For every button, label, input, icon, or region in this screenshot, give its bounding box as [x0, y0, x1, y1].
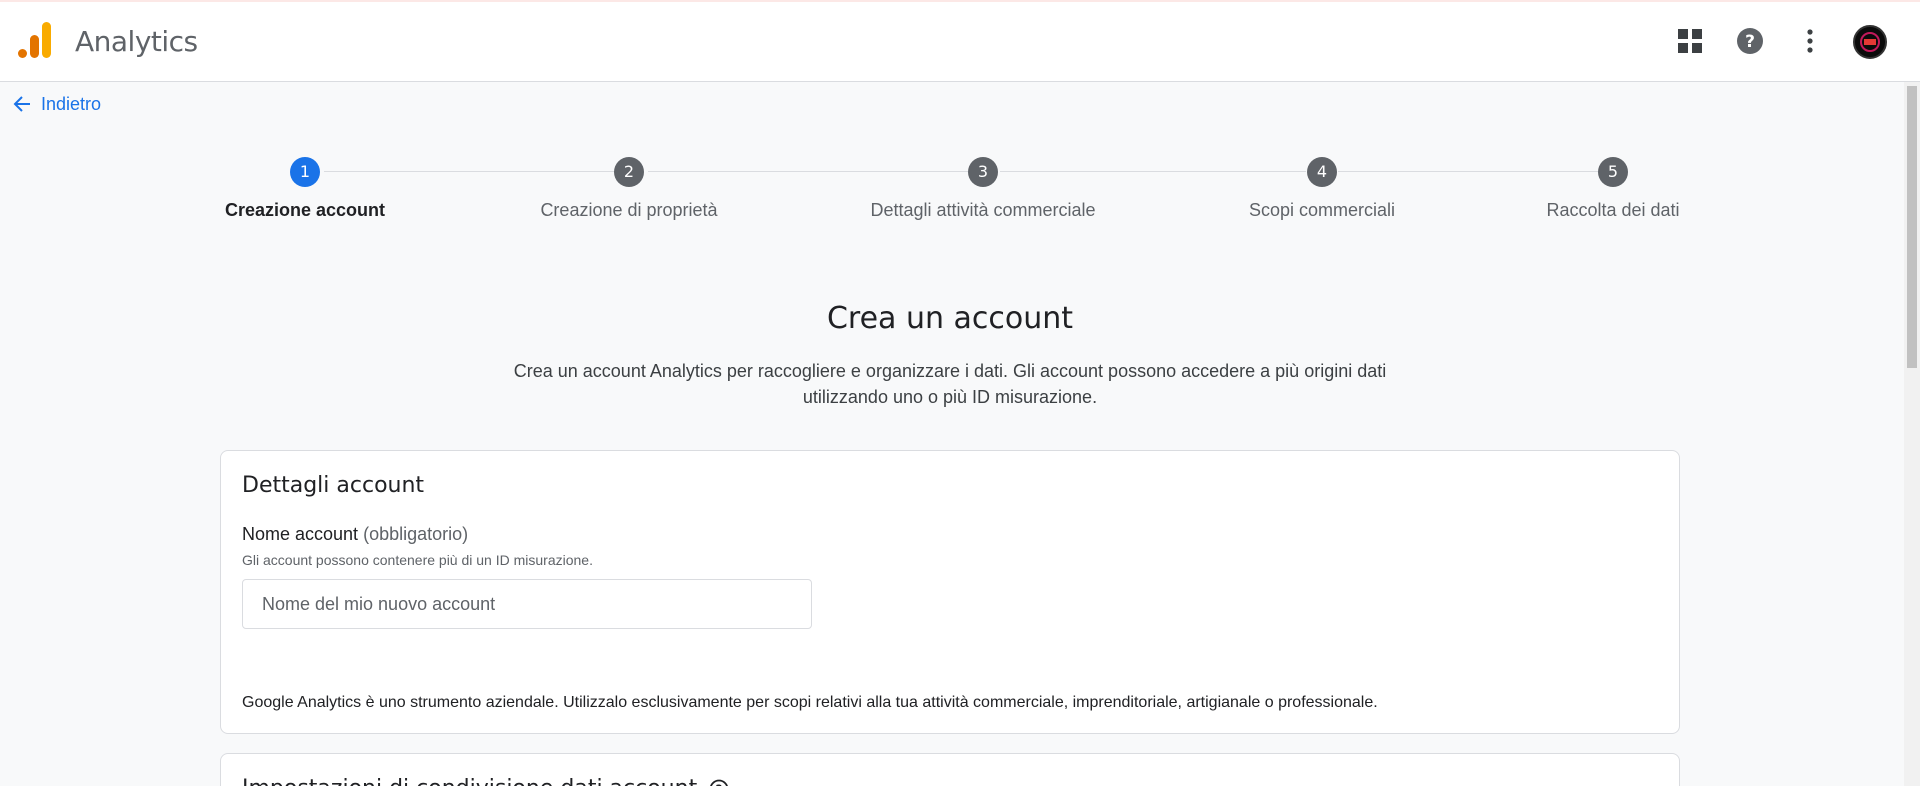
step-number: 3 [968, 157, 998, 187]
back-link[interactable]: Indietro [13, 92, 101, 116]
step-1: 1 Creazione account [155, 157, 455, 221]
step-number: 2 [614, 157, 644, 187]
svg-text:?: ? [716, 782, 723, 786]
account-details-card: Dettagli account Nome account (obbligato… [220, 450, 1680, 734]
field-required-text: (obbligatorio) [363, 524, 469, 544]
field-label-text: Nome account [242, 524, 359, 544]
account-name-hint: Gli account possono contenere più di un … [242, 552, 593, 568]
business-use-disclaimer: Google Analytics è uno strumento azienda… [242, 694, 1378, 711]
step-label: Raccolta dei dati [1546, 200, 1680, 220]
step-label: Creazione di proprietà [540, 200, 718, 220]
card-title: Dettagli account [242, 473, 425, 498]
app-title: Analytics [75, 25, 198, 58]
more-vert-icon[interactable] [1793, 24, 1827, 58]
step-3: 3 Dettagli attività commerciale [833, 157, 1133, 221]
step-5: 5 Raccolta dei dati [1463, 157, 1763, 221]
back-label: Indietro [41, 93, 102, 114]
step-number: 5 [1598, 157, 1628, 187]
step-2: 2 Creazione di proprietà [479, 157, 779, 221]
help-outline-icon[interactable]: ? [709, 779, 729, 786]
scrollbar-thumb[interactable] [1907, 86, 1917, 368]
data-sharing-title: Impostazioni di condivisione dati accoun… [242, 776, 697, 786]
step-4: 4 Scopi commerciali [1172, 157, 1472, 221]
account-name-label: Nome account (obbligatorio) [242, 524, 468, 545]
step-label: Creazione account [224, 200, 386, 220]
svg-text:?: ? [1745, 32, 1755, 52]
account-name-input[interactable] [242, 579, 812, 629]
step-number: 1 [290, 157, 320, 187]
help-icon[interactable]: ? [1733, 24, 1767, 58]
step-label: Scopi commerciali [1248, 200, 1396, 220]
apps-icon[interactable] [1673, 24, 1707, 58]
page-title: Crea un account [826, 301, 1074, 336]
step-number: 4 [1307, 157, 1337, 187]
page-description: Crea un account Analytics per raccoglier… [513, 361, 1387, 407]
data-sharing-card: Impostazioni di condivisione dati accoun… [220, 753, 1680, 786]
avatar[interactable] [1853, 25, 1887, 59]
top-app-bar: Analytics ? [0, 0, 1920, 82]
analytics-logo-icon[interactable] [18, 22, 52, 58]
step-label: Dettagli attività commerciale [870, 200, 1096, 220]
card-title: Impostazioni di condivisione dati accoun… [242, 776, 729, 786]
arrow-back-icon [13, 96, 30, 112]
